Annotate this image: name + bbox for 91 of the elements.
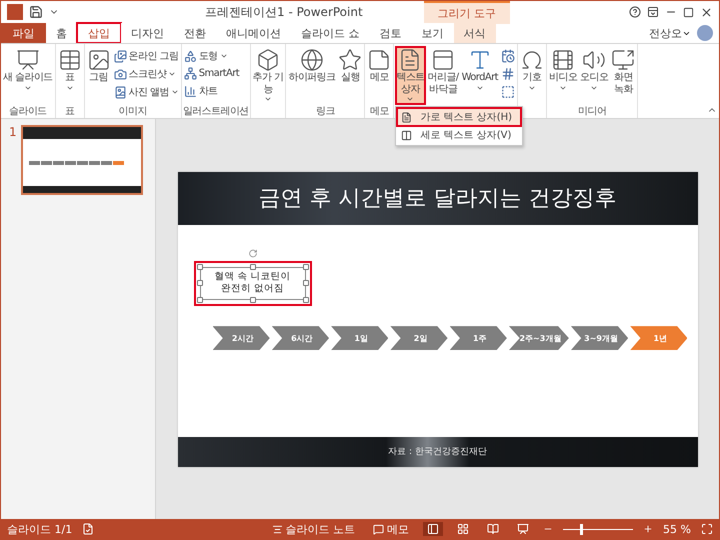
- square-icon: [500, 85, 515, 99]
- maximize-icon[interactable]: [683, 6, 694, 18]
- slider-thumb[interactable]: [580, 524, 583, 534]
- resize-handle[interactable]: [196, 264, 202, 270]
- table-icon: [58, 48, 82, 72]
- hash-icon: [500, 67, 515, 81]
- user-name[interactable]: 전상오: [649, 26, 682, 40]
- view-button[interactable]: [423, 522, 444, 536]
- ribbon-button[interactable]: 스크린샷: [112, 66, 180, 82]
- slide-icon: [16, 48, 40, 72]
- album-icon: [114, 86, 127, 98]
- resize-handle[interactable]: [250, 264, 256, 270]
- close-icon[interactable]: [700, 6, 713, 18]
- ribbon-display-icon[interactable]: [647, 6, 659, 18]
- ribbon-button[interactable]: 새 슬라이드: [2, 46, 54, 104]
- resize-handle[interactable]: [196, 280, 202, 286]
- save-icon[interactable]: [29, 5, 43, 19]
- ribbon-button[interactable]: 기호: [518, 46, 545, 104]
- globe-icon: [300, 48, 324, 72]
- text-box-icon: [401, 112, 412, 122]
- ribbon-button[interactable]: 차트: [182, 83, 240, 99]
- window-title: 프레젠테이션1 - PowerPoint: [205, 4, 363, 20]
- group-label: 링크: [314, 105, 336, 118]
- slide-counter: 슬라이드 1/1: [7, 522, 72, 536]
- picture-icon: [86, 48, 111, 72]
- contextual-tab-group: 그리기 도구: [424, 1, 510, 24]
- ribbon-button[interactable]: SmartArt: [182, 66, 240, 81]
- ribbon-button[interactable]: 추가 기 능: [252, 46, 284, 105]
- comments-button[interactable]: 메모: [369, 520, 414, 538]
- header-footer-icon: [431, 48, 456, 72]
- comment-icon: [373, 524, 384, 534]
- reading-view-icon: [487, 523, 500, 535]
- film-icon: [551, 48, 576, 72]
- camera-icon: [114, 68, 127, 80]
- ribbon-button[interactable]: [500, 84, 516, 100]
- ribbon-button[interactable]: 머리글/ 바닥글: [426, 46, 460, 105]
- spell-check-icon[interactable]: [82, 523, 94, 535]
- ribbon-button[interactable]: 그림: [86, 46, 112, 104]
- vertical-text-box-icon: [401, 130, 412, 140]
- group-label: 슬라이드: [8, 105, 48, 118]
- slide-number: 1: [9, 125, 17, 139]
- diagram-icon: [184, 67, 197, 80]
- source-note: 자료 : 한국건강증진재단: [388, 446, 487, 458]
- group-label: 일러스트레이션: [182, 105, 249, 118]
- calendar-icon: [500, 49, 515, 63]
- ribbon-button[interactable]: 비디오: [548, 46, 578, 104]
- note-icon: [367, 48, 392, 72]
- menu-item[interactable]: 가로 텍스트 상자(H): [397, 108, 522, 126]
- notes-icon: [272, 524, 283, 534]
- ribbon-button[interactable]: 온라인 그림: [112, 48, 180, 64]
- resize-handle[interactable]: [196, 297, 202, 304]
- zoom-in-icon[interactable]: [643, 524, 654, 534]
- help-icon[interactable]: [629, 6, 641, 18]
- screen-record-icon: [611, 48, 636, 72]
- resize-handle[interactable]: [302, 297, 309, 304]
- slide-thumbnail[interactable]: [20, 125, 143, 195]
- ribbon-button[interactable]: WordArt: [460, 46, 499, 105]
- ribbon-button[interactable]: 사진 앨범: [112, 84, 180, 100]
- zoom-level[interactable]: 55 %: [663, 522, 691, 536]
- group-label: 이미지: [118, 105, 148, 118]
- shapes-icon: [184, 50, 197, 62]
- grid-view-icon: [457, 523, 470, 535]
- avatar[interactable]: [697, 25, 713, 41]
- cube-icon: [256, 48, 280, 72]
- ribbon-button[interactable]: 오디오: [579, 46, 610, 104]
- star-icon: [338, 48, 362, 72]
- ribbon-button[interactable]: 텍스트 상자: [395, 46, 426, 105]
- ribbon-tab[interactable]: 서식: [454, 23, 496, 43]
- ribbon-button[interactable]: 하이퍼링크: [287, 46, 336, 104]
- group-label: 메모: [368, 105, 390, 118]
- group-label: 표: [64, 105, 76, 118]
- rotate-handle-icon[interactable]: [248, 248, 258, 258]
- ribbon-button[interactable]: 화면 녹화: [610, 46, 636, 104]
- ribbon-tab[interactable]: 삽입: [77, 23, 121, 43]
- resize-handle[interactable]: [302, 280, 309, 286]
- ribbon-button[interactable]: 도형: [182, 48, 240, 64]
- slide-title: 금연 후 시간별로 달라지는 건강징후: [178, 172, 698, 224]
- normal-view-icon: [427, 523, 440, 535]
- ribbon-button[interactable]: 실행: [337, 46, 364, 104]
- resize-handle[interactable]: [250, 297, 256, 304]
- notes-button[interactable]: 슬라이드 노트: [268, 520, 360, 538]
- group-label: 미디어: [577, 105, 608, 118]
- ribbon-button[interactable]: [500, 48, 516, 64]
- slideshow-icon: [517, 523, 530, 535]
- file-tab[interactable]: 파일: [1, 23, 46, 43]
- resize-handle[interactable]: [302, 264, 309, 270]
- bar-chart-icon: [184, 84, 197, 98]
- pictures-icon: [114, 50, 127, 62]
- ribbon-button[interactable]: 메모: [366, 46, 392, 104]
- fit-to-window-icon[interactable]: [701, 523, 713, 535]
- ribbon-button[interactable]: 표: [56, 46, 83, 104]
